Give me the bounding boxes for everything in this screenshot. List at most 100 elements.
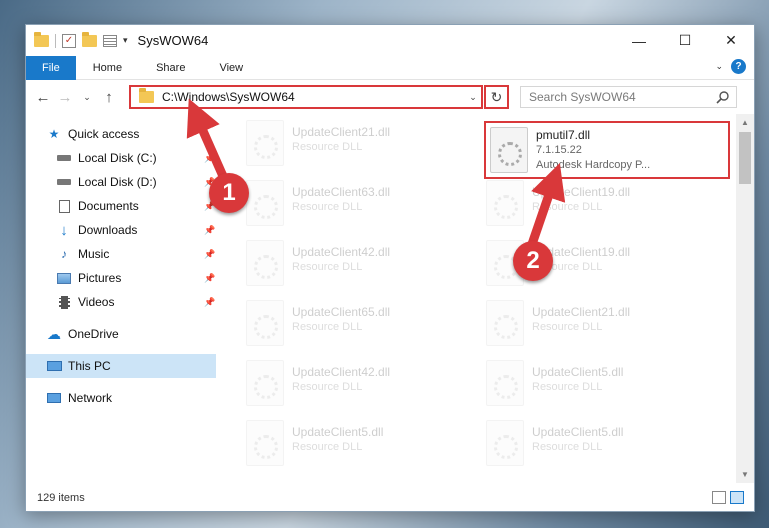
file-tile[interactable]: UpdateClient21.dll Resource DLL bbox=[486, 300, 630, 360]
file-type: Resource DLL bbox=[532, 201, 603, 213]
sidebar-item-local-disk-d[interactable]: Local Disk (D:) 📌 bbox=[26, 170, 216, 194]
sidebar-item-music[interactable]: ♪ Music 📌 bbox=[26, 242, 216, 266]
dll-file-icon bbox=[246, 360, 284, 406]
tab-view[interactable]: View bbox=[202, 56, 260, 80]
file-tile[interactable]: UpdateClient65.dll Resource DLL bbox=[246, 300, 390, 360]
file-name: UpdateClient65.dll bbox=[292, 305, 391, 319]
scroll-down-icon[interactable]: ▼ bbox=[736, 466, 754, 483]
tab-share[interactable]: Share bbox=[139, 56, 202, 80]
file-name: UpdateClient5.dll bbox=[292, 425, 384, 439]
file-type: Resource DLL bbox=[532, 381, 603, 393]
sidebar-item-local-disk-c[interactable]: Local Disk (C:) 📌 bbox=[26, 146, 216, 170]
expand-ribbon-icon[interactable]: ⌄ bbox=[715, 61, 723, 72]
file-version: 7.1.15.22 bbox=[536, 144, 582, 156]
pin-icon[interactable]: 📌 bbox=[204, 153, 215, 164]
file-type: Resource DLL bbox=[292, 381, 363, 393]
file-tile[interactable]: UpdateClient21.dll Resource DLL bbox=[246, 120, 390, 180]
customize-icon[interactable] bbox=[103, 34, 117, 47]
sidebar-item-videos[interactable]: Videos 📌 bbox=[26, 290, 216, 314]
refresh-icon: ↻ bbox=[490, 88, 503, 105]
up-arrow-icon[interactable]: ↑ bbox=[98, 89, 120, 106]
dll-file-icon bbox=[246, 240, 284, 286]
window-controls: — ☐ ✕ bbox=[616, 25, 754, 56]
sidebar-item-quick-access[interactable]: ★ Quick access bbox=[26, 122, 216, 146]
file-type: Resource DLL bbox=[292, 321, 363, 333]
sidebar-item-label: Downloads bbox=[78, 223, 138, 237]
file-tile[interactable]: UpdateClient19.dll Resource DLL bbox=[486, 240, 630, 300]
file-tile[interactable]: UpdateClient19.dll Resource DLL bbox=[486, 180, 630, 240]
large-icons-view-icon[interactable] bbox=[730, 491, 744, 504]
separator bbox=[55, 33, 56, 48]
sidebar-item-label: OneDrive bbox=[68, 327, 119, 341]
search-placeholder: Search SysWOW64 bbox=[529, 90, 636, 104]
callout-2: 2 bbox=[513, 241, 553, 281]
file-tile[interactable]: UpdateClient5.dll Resource DLL bbox=[246, 420, 383, 480]
maximize-button[interactable]: ☐ bbox=[662, 25, 708, 56]
sidebar-item-downloads[interactable]: ↓ Downloads 📌 bbox=[26, 218, 216, 242]
dll-file-icon bbox=[246, 420, 284, 466]
sidebar-item-label: Local Disk (C:) bbox=[78, 151, 157, 165]
dll-file-icon bbox=[246, 120, 284, 166]
file-tile[interactable]: UpdateClient5.dll Resource DLL bbox=[486, 360, 623, 420]
close-button[interactable]: ✕ bbox=[708, 25, 754, 56]
dll-file-icon bbox=[486, 360, 524, 406]
callout-1: 1 bbox=[209, 173, 249, 213]
file-type: Resource DLL bbox=[532, 441, 603, 453]
sidebar-item-pictures[interactable]: Pictures 📌 bbox=[26, 266, 216, 290]
sidebar-item-documents[interactable]: Documents 📌 bbox=[26, 194, 216, 218]
sidebar-item-label: Documents bbox=[78, 199, 139, 213]
download-icon: ↓ bbox=[60, 221, 68, 239]
quick-access-toolbar: ✓ ▾ bbox=[26, 31, 128, 48]
scroll-up-icon[interactable]: ▲ bbox=[736, 114, 754, 131]
videos-icon bbox=[56, 295, 72, 309]
minimize-button[interactable]: — bbox=[616, 25, 662, 56]
file-type: Resource DLL bbox=[292, 141, 363, 153]
sidebar-item-label: Network bbox=[68, 391, 113, 405]
details-view-icon[interactable] bbox=[712, 491, 726, 504]
ribbon-right: ⌄ ? bbox=[715, 59, 746, 74]
file-tile[interactable]: UpdateClient5.dll Resource DLL bbox=[486, 420, 623, 480]
title-bar: ✓ ▾ SysWOW64 — ☐ ✕ bbox=[26, 25, 754, 56]
file-tile-highlighted[interactable]: pmutil7.dll 7.1.15.22 Autodesk Hardcopy … bbox=[484, 121, 730, 179]
sidebar-item-label: Videos bbox=[78, 295, 115, 309]
pin-icon[interactable]: 📌 bbox=[204, 297, 215, 308]
sidebar-item-label: Quick access bbox=[68, 127, 140, 141]
star-icon: ★ bbox=[48, 127, 60, 141]
music-icon: ♪ bbox=[61, 247, 67, 261]
file-name: UpdateClient21.dll bbox=[292, 125, 391, 139]
callout-1-label: 1 bbox=[222, 179, 236, 206]
recent-dropdown-icon[interactable]: ⌄ bbox=[76, 92, 98, 103]
new-folder-icon[interactable] bbox=[82, 31, 97, 47]
address-bar[interactable]: C:\Windows\SysWOW64 ⌄ bbox=[129, 85, 483, 109]
file-name: UpdateClient21.dll bbox=[532, 305, 631, 319]
properties-check-icon[interactable]: ✓ bbox=[62, 33, 76, 48]
sidebar-item-network[interactable]: Network bbox=[26, 386, 216, 410]
tab-file[interactable]: File bbox=[26, 55, 76, 80]
forward-arrow-icon[interactable]: → bbox=[54, 89, 76, 106]
chevron-down-icon[interactable]: ⌄ bbox=[465, 92, 481, 103]
refresh-button[interactable]: ↻ bbox=[484, 85, 509, 109]
sidebar-item-label: This PC bbox=[68, 359, 111, 373]
vertical-scrollbar[interactable]: ▲ ▼ bbox=[736, 114, 754, 483]
file-type: Resource DLL bbox=[532, 321, 603, 333]
dll-file-icon bbox=[246, 180, 284, 226]
file-tile[interactable]: UpdateClient42.dll Resource DLL bbox=[246, 240, 390, 300]
sidebar-item-label: Pictures bbox=[78, 271, 122, 285]
scroll-thumb[interactable] bbox=[739, 132, 751, 184]
sidebar-item-this-pc[interactable]: This PC bbox=[26, 354, 216, 378]
help-icon[interactable]: ? bbox=[731, 59, 746, 74]
qa-dropdown-icon[interactable]: ▾ bbox=[123, 35, 128, 46]
file-tile[interactable]: UpdateClient63.dll Resource DLL bbox=[246, 180, 390, 240]
file-name: UpdateClient63.dll bbox=[292, 185, 391, 199]
tab-home[interactable]: Home bbox=[76, 56, 139, 80]
search-input[interactable]: Search SysWOW64 bbox=[520, 86, 737, 108]
address-path[interactable]: C:\Windows\SysWOW64 bbox=[162, 90, 465, 104]
file-type: Resource DLL bbox=[292, 441, 363, 453]
pin-icon[interactable]: 📌 bbox=[204, 273, 215, 284]
pin-icon[interactable]: 📌 bbox=[204, 225, 215, 236]
sidebar-item-onedrive[interactable]: ☁ OneDrive bbox=[26, 322, 216, 346]
back-arrow-icon[interactable]: ← bbox=[32, 89, 54, 106]
pin-icon[interactable]: 📌 bbox=[204, 249, 215, 260]
callout-2-label: 2 bbox=[526, 247, 540, 274]
file-tile[interactable]: UpdateClient42.dll Resource DLL bbox=[246, 360, 390, 420]
